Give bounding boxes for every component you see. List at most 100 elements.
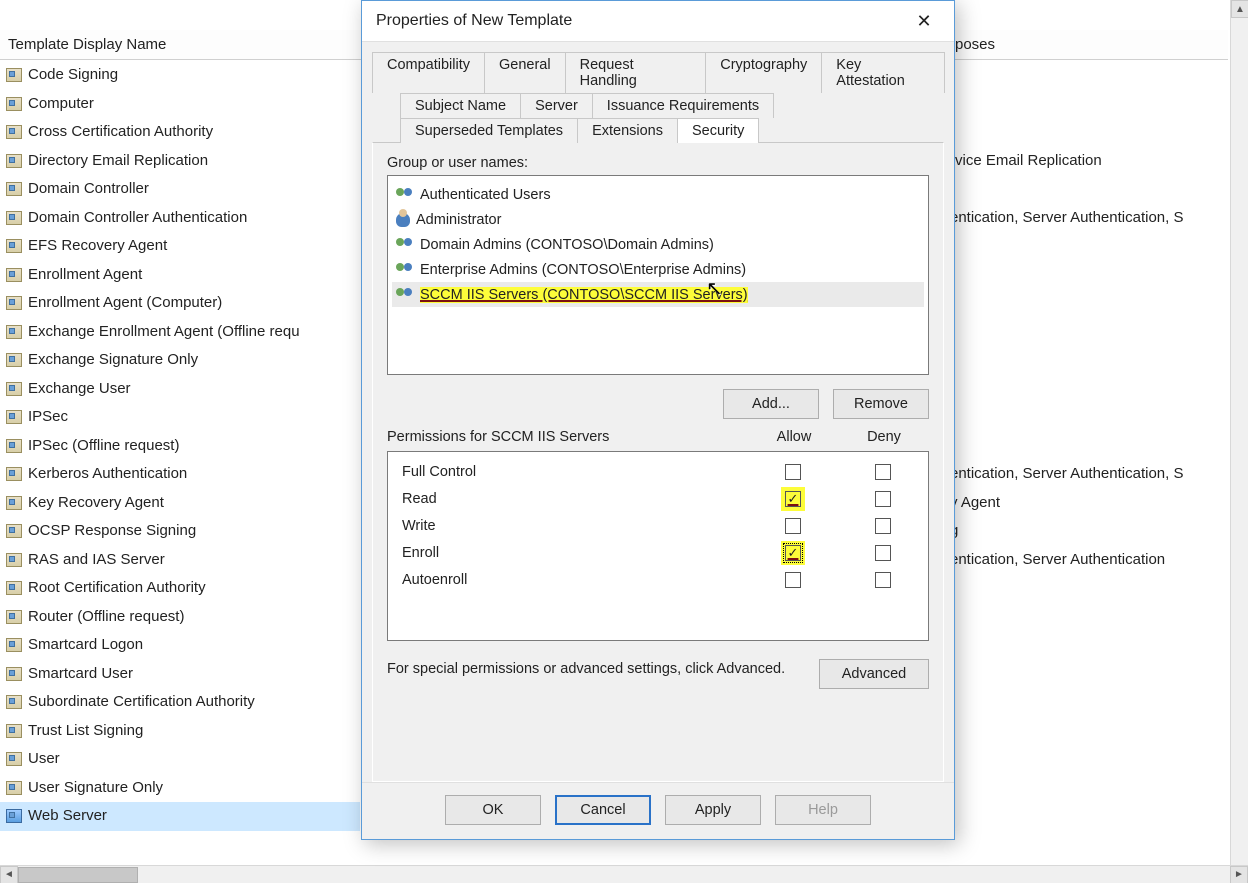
template-icon: [6, 781, 22, 795]
template-right-text: [950, 403, 1230, 432]
template-row[interactable]: Exchange User: [0, 375, 360, 404]
permissions-listbox[interactable]: Full ControlRead✓WriteEnroll✓Autoenroll: [387, 451, 929, 641]
scroll-up-icon[interactable]: ▲: [1231, 0, 1248, 18]
template-row[interactable]: Exchange Signature Only: [0, 346, 360, 375]
template-name: User Signature Only: [28, 774, 163, 803]
add-button[interactable]: Add...: [723, 389, 819, 419]
help-button[interactable]: Help: [775, 795, 871, 825]
allow-checkbox[interactable]: [785, 464, 801, 480]
tab-key-attestation[interactable]: Key Attestation: [821, 52, 945, 93]
template-icon: [6, 211, 22, 225]
tab-security[interactable]: Security: [677, 118, 759, 143]
template-list[interactable]: Code SigningComputerCross Certification …: [0, 61, 360, 838]
ok-button-label: OK: [483, 802, 504, 818]
template-row[interactable]: Cross Certification Authority: [0, 118, 360, 147]
principal-label: Authenticated Users: [420, 187, 551, 203]
template-name: Exchange Enrollment Agent (Offline requ: [28, 318, 300, 347]
apply-button[interactable]: Apply: [665, 795, 761, 825]
template-row[interactable]: Domain Controller Authentication: [0, 204, 360, 233]
template-row[interactable]: IPSec: [0, 403, 360, 432]
template-row[interactable]: Domain Controller: [0, 175, 360, 204]
template-right-text: g: [950, 517, 1230, 546]
template-right-text: [950, 660, 1230, 689]
deny-checkbox[interactable]: [875, 518, 891, 534]
tab-extensions[interactable]: Extensions: [577, 118, 678, 143]
allow-checkbox[interactable]: ✓: [785, 491, 801, 507]
template-row[interactable]: Root Certification Authority: [0, 574, 360, 603]
template-row[interactable]: Exchange Enrollment Agent (Offline requ: [0, 318, 360, 347]
principal-row[interactable]: Domain Admins (CONTOSO\Domain Admins): [392, 232, 924, 257]
tab-label: Cryptography: [720, 57, 807, 73]
principal-row[interactable]: Enterprise Admins (CONTOSO\Enterprise Ad…: [392, 257, 924, 282]
tabs: CompatibilityGeneralRequest Handling Cryp…: [362, 42, 954, 782]
tab-subject-name[interactable]: Subject Name: [400, 93, 521, 118]
tab-issuance-requirements[interactable]: Issuance Requirements: [592, 93, 774, 118]
scroll-left-icon[interactable]: ◄: [0, 866, 18, 883]
ok-button[interactable]: OK: [445, 795, 541, 825]
template-right-text: [950, 261, 1230, 290]
advanced-button[interactable]: Advanced: [819, 659, 929, 689]
permission-name: Autoenroll: [402, 572, 748, 588]
tab-general[interactable]: General: [484, 52, 566, 93]
template-right-text: [950, 90, 1230, 119]
tab-compatibility[interactable]: Compatibility: [372, 52, 485, 93]
principal-row[interactable]: Administrator: [392, 207, 924, 232]
column-header-purposes[interactable]: rposes: [950, 30, 995, 60]
template-icon: [6, 581, 22, 595]
tab-cryptography[interactable]: Cryptography: [705, 52, 822, 93]
template-row[interactable]: Trust List Signing: [0, 717, 360, 746]
template-row[interactable]: Directory Email Replication: [0, 147, 360, 176]
horizontal-scrollbar[interactable]: ◄ ►: [0, 865, 1248, 883]
principals-listbox[interactable]: Authenticated Users AdministratorDomain A…: [387, 175, 929, 375]
template-right-text: entication, Server Authentication, S: [950, 460, 1230, 489]
template-name: Domain Controller Authentication: [28, 204, 247, 233]
template-row[interactable]: Subordinate Certification Authority: [0, 688, 360, 717]
deny-checkbox[interactable]: [875, 545, 891, 561]
permissions-label: Permissions for SCCM IIS Servers: [387, 429, 749, 445]
tab-request-handling[interactable]: Request Handling: [565, 52, 707, 93]
template-name: Directory Email Replication: [28, 147, 208, 176]
cancel-button[interactable]: Cancel: [555, 795, 651, 825]
template-row[interactable]: OCSP Response Signing: [0, 517, 360, 546]
dialog-buttons: OK Cancel Apply Help: [362, 782, 954, 839]
template-row[interactable]: Kerberos Authentication: [0, 460, 360, 489]
hscroll-thumb[interactable]: [18, 867, 138, 883]
template-right-text: [950, 232, 1230, 261]
template-row[interactable]: Key Recovery Agent: [0, 489, 360, 518]
dialog-titlebar[interactable]: Properties of New Template ✕: [362, 1, 954, 42]
scroll-right-icon[interactable]: ►: [1230, 866, 1248, 883]
template-right-text: [950, 175, 1230, 204]
template-row[interactable]: Enrollment Agent (Computer): [0, 289, 360, 318]
close-icon[interactable]: ✕: [904, 6, 944, 36]
template-icon: [6, 268, 22, 282]
template-row[interactable]: Computer: [0, 90, 360, 119]
template-row[interactable]: Router (Offline request): [0, 603, 360, 632]
permission-row: Write: [388, 512, 928, 539]
template-name: RAS and IAS Server: [28, 546, 165, 575]
allow-checkbox[interactable]: [785, 518, 801, 534]
deny-checkbox[interactable]: [875, 464, 891, 480]
principal-row[interactable]: SCCM IIS Servers (CONTOSO\SCCM IIS Serve…: [392, 282, 924, 307]
deny-checkbox[interactable]: [875, 572, 891, 588]
template-right-text: [950, 318, 1230, 347]
template-name: EFS Recovery Agent: [28, 232, 167, 261]
deny-checkbox[interactable]: [875, 491, 891, 507]
remove-button[interactable]: Remove: [833, 389, 929, 419]
template-row[interactable]: Smartcard Logon: [0, 631, 360, 660]
template-row[interactable]: Smartcard User: [0, 660, 360, 689]
template-icon: [6, 325, 22, 339]
principal-row[interactable]: Authenticated Users: [392, 182, 924, 207]
template-row[interactable]: RAS and IAS Server: [0, 546, 360, 575]
allow-checkbox[interactable]: ✓: [785, 545, 801, 561]
template-row[interactable]: Code Signing: [0, 61, 360, 90]
template-icon: [6, 752, 22, 766]
template-row[interactable]: Enrollment Agent: [0, 261, 360, 290]
tab-server[interactable]: Server: [520, 93, 593, 118]
template-row[interactable]: User Signature Only: [0, 774, 360, 803]
template-row[interactable]: User: [0, 745, 360, 774]
allow-checkbox[interactable]: [785, 572, 801, 588]
tab-superseded-templates[interactable]: Superseded Templates: [400, 118, 578, 143]
template-row[interactable]: IPSec (Offline request): [0, 432, 360, 461]
vertical-scrollbar[interactable]: ▲: [1230, 0, 1248, 865]
template-row[interactable]: EFS Recovery Agent: [0, 232, 360, 261]
